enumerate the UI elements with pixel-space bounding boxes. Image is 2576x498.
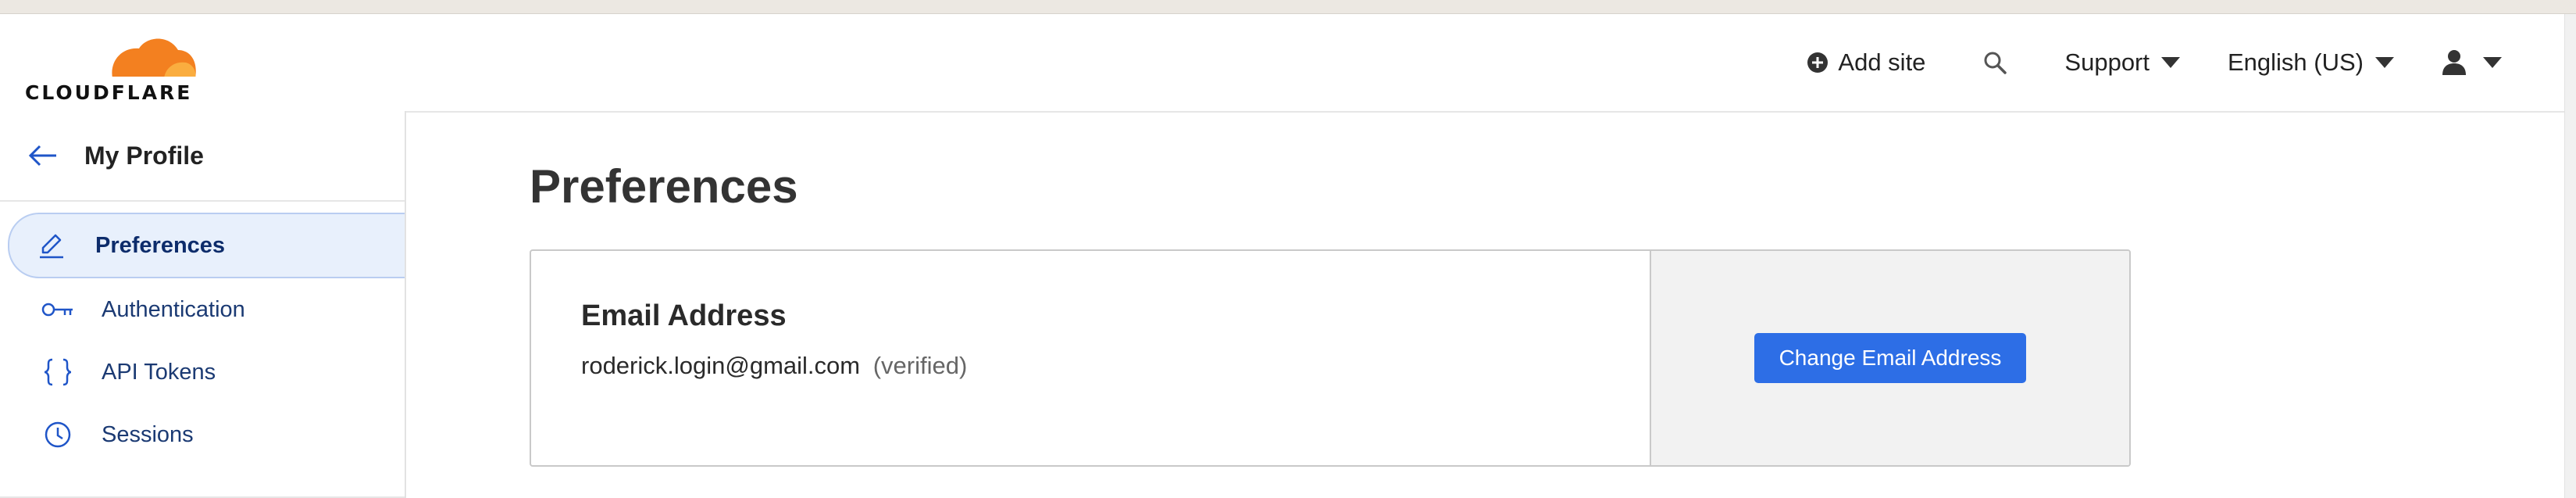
plus-circle-icon: [1807, 52, 1829, 73]
sidebar-item-label: Preferences: [95, 232, 226, 258]
caret-down-icon: [2483, 57, 2502, 68]
top-nav-actions: Add site Support English (US): [1783, 14, 2526, 111]
language-dropdown[interactable]: English (US): [2204, 39, 2418, 86]
verified-status: (verified): [872, 352, 968, 379]
sidebar-title: My Profile: [84, 141, 204, 170]
sidebar-item-preferences[interactable]: Preferences: [8, 213, 405, 278]
support-dropdown[interactable]: Support: [2041, 39, 2204, 86]
sidebar-item-label: Sessions: [102, 421, 194, 447]
sidebar-item-label: Authentication: [102, 296, 245, 322]
add-site-button[interactable]: Add site: [1783, 39, 1949, 86]
pencil-icon: [34, 232, 69, 259]
sidebar-item-api-tokens[interactable]: API Tokens: [8, 341, 405, 403]
search-icon: [1984, 52, 2007, 74]
profile-sidebar: My Profile Preferences Authentication AP…: [0, 111, 406, 498]
support-label: Support: [2064, 48, 2150, 76]
back-arrow-icon[interactable]: [28, 144, 58, 167]
change-email-button[interactable]: Change Email Address: [1754, 333, 2027, 383]
sidebar-nav: Preferences Authentication API Tokens Se…: [0, 202, 405, 466]
clock-icon: [41, 421, 75, 449]
user-icon: [2442, 50, 2466, 75]
sidebar-header: My Profile: [0, 111, 405, 202]
user-menu-dropdown[interactable]: [2418, 39, 2526, 86]
search-button[interactable]: [1949, 39, 2041, 86]
sidebar-item-label: API Tokens: [102, 359, 216, 385]
language-label: English (US): [2228, 48, 2364, 76]
add-site-label: Add site: [1838, 48, 1926, 76]
app-window: CLOUDFLARE Add site Support English (US)…: [0, 13, 2576, 498]
sidebar-item-authentication[interactable]: Authentication: [8, 278, 405, 341]
email-value: roderick.login@gmail.com: [581, 352, 861, 379]
top-navigation-bar: CLOUDFLARE Add site Support English (US): [0, 14, 2565, 113]
caret-down-icon: [2375, 57, 2394, 68]
email-address-card: Email Address roderick.login@gmail.com (…: [530, 249, 2131, 467]
sidebar-item-sessions[interactable]: Sessions: [8, 403, 405, 466]
key-icon: [41, 300, 75, 319]
caret-down-icon: [2161, 57, 2180, 68]
cloudflare-logo[interactable]: CLOUDFLARE: [25, 30, 197, 105]
logo-wordmark: CLOUDFLARE: [25, 81, 193, 104]
email-action-panel: Change Email Address: [1650, 251, 2129, 465]
email-heading: Email Address: [581, 299, 787, 332]
cloud-logo-icon: [108, 38, 197, 81]
page-scrollbar[interactable]: [2564, 14, 2576, 498]
email-value-line: roderick.login@gmail.com (verified): [581, 352, 1650, 380]
page-title: Preferences: [530, 160, 798, 213]
curly-braces-icon: [41, 358, 75, 386]
email-details: Email Address roderick.login@gmail.com (…: [531, 251, 1650, 465]
